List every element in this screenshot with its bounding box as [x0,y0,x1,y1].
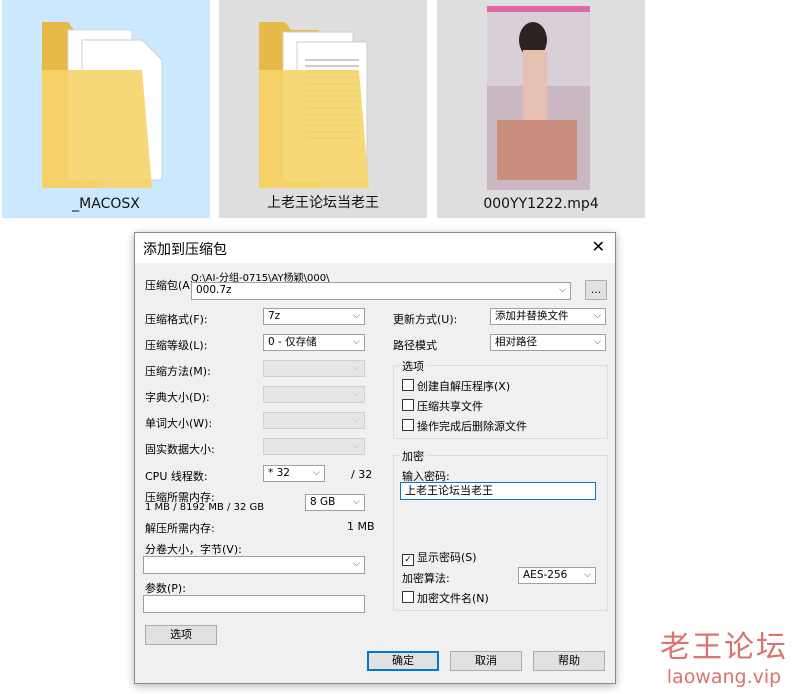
folder-icon [259,22,369,188]
volume-combobox[interactable]: ⌵ [143,556,365,574]
show-password-checkbox[interactable]: ✓ 显示密码(S) [402,549,477,566]
chevron-down-icon: ⌵ [353,441,360,451]
level-select[interactable]: 0 - 仅存储 ⌵ [263,334,365,351]
dict-size-label: 字典大小(D): [145,391,210,404]
update-mode-label: 更新方式(U): [393,313,458,326]
show-password-label: 显示密码(S) [417,551,477,564]
encryption-group-title: 加密 [400,448,426,464]
level-label: 压缩等级(L): [145,339,208,352]
method-select: ⌵ [263,360,365,377]
cpu-label: CPU 线程数: [145,470,208,483]
watermark-url: laowang.vip [666,666,782,688]
video-tile[interactable]: 000YY1222.mp4 [437,0,645,218]
path-mode-value: 相对路径 [495,336,537,348]
delete-after-checkbox[interactable]: 操作完成后删除源文件 [402,418,527,434]
mem-decompress-value: 1 MB [347,520,375,533]
params-input[interactable] [143,595,365,613]
options-group-title: 选项 [400,358,426,374]
shared-files-checkbox[interactable]: 压缩共享文件 [402,398,483,414]
cpu-total: / 32 [351,468,373,481]
encryption-method-select[interactable]: AES-256 ⌵ [518,567,596,584]
checkbox-icon [402,379,414,391]
encryption-method-label: 加密算法: [402,572,450,585]
method-label: 压缩方法(M): [145,365,211,378]
watermark-text: 老王论坛 [660,630,788,665]
chevron-down-icon: ⌵ [594,337,601,347]
level-value: 0 - 仅存储 [268,336,317,348]
chevron-down-icon: ⌵ [353,559,360,569]
chevron-down-icon: ⌵ [313,468,320,478]
options-button[interactable]: 选项 [145,625,217,645]
help-button[interactable]: 帮助 [533,651,605,671]
ok-button[interactable]: 确定 [367,651,439,671]
delete-after-label: 操作完成后删除源文件 [417,420,527,433]
archive-label: 压缩包(A) [145,279,195,292]
word-size-label: 单词大小(W): [145,417,213,430]
add-to-archive-dialog: 添加到压缩包 ✕ 压缩包(A) Q:\AI-分组-0715\AY杨颖\000\ … [134,232,616,684]
video-thumbnail-icon [487,6,590,190]
volume-label: 分卷大小，字节(V): [145,543,242,556]
mem-compress-detail: 1 MB / 8192 MB / 32 GB [145,502,265,513]
chevron-down-icon: ⌵ [353,415,360,425]
encryption-method-value: AES-256 [523,569,568,581]
encryption-group: 加密 输入密码: 上老王论坛当老王 ✓ 显示密码(S) 加密算法: AES-256… [393,448,608,611]
checkbox-icon [402,419,414,431]
mem-compress-value: 8 GB [310,496,336,508]
format-select[interactable]: 7z ⌵ [263,308,365,325]
path-mode-select[interactable]: 相对路径 ⌵ [490,334,606,351]
shared-files-label: 压缩共享文件 [417,400,483,413]
checkbox-icon: ✓ [402,554,414,566]
cancel-button[interactable]: 取消 [450,651,522,671]
chevron-down-icon: ⌵ [353,497,360,507]
file-name: 上老王论坛当老王 [267,195,379,211]
chevron-down-icon: ⌵ [353,311,360,321]
dialog-title: 添加到压缩包 [143,242,227,258]
mem-compress-select[interactable]: 8 GB ⌵ [305,494,365,511]
watermark: 老王论坛 laowang.vip [660,622,788,688]
folder-tile-laowang[interactable]: 上老王论坛当老王 [219,0,427,218]
solid-size-label: 固实数据大小: [145,443,215,456]
password-input[interactable]: 上老王论坛当老王 [400,482,596,500]
folder-icon [42,22,163,188]
chevron-down-icon: ⌵ [594,311,601,321]
cpu-threads-value: * 32 [268,467,290,479]
sfx-checkbox[interactable]: 创建自解压程序(X) [402,378,510,394]
encrypt-names-checkbox[interactable]: 加密文件名(N) [402,590,489,606]
update-mode-value: 添加并替换文件 [495,310,569,322]
dict-size-select: ⌵ [263,386,365,403]
file-name: _MACOSX [72,196,140,212]
archive-name-value: 000.7z [196,284,232,296]
solid-size-select: ⌵ [263,438,365,455]
params-label: 参数(P): [145,582,186,595]
browse-button[interactable]: ... [585,280,607,300]
chevron-down-icon: ⌵ [353,363,360,373]
checkbox-icon [402,399,414,411]
chevron-down-icon: ⌵ [353,337,360,347]
path-mode-label: 路径模式 [393,339,437,352]
chevron-down-icon: ⌵ [559,285,566,295]
file-name: 000YY1222.mp4 [483,196,599,212]
title-bar: 添加到压缩包 ✕ [135,233,615,263]
update-mode-select[interactable]: 添加并替换文件 ⌵ [490,308,606,325]
cpu-threads-select[interactable]: * 32 ⌵ [263,465,325,482]
format-label: 压缩格式(F): [145,313,208,326]
chevron-down-icon: ⌵ [353,389,360,399]
format-value: 7z [268,310,281,322]
archive-name-combobox[interactable]: 000.7z ⌵ [191,282,571,300]
mem-decompress-label: 解压所需内存: [145,522,215,535]
close-icon[interactable]: ✕ [592,237,605,256]
checkbox-icon [402,591,414,603]
options-group: 选项 创建自解压程序(X) 压缩共享文件 操作完成后删除源文件 [393,358,608,439]
folder-tile-macosx[interactable]: _MACOSX [2,0,210,218]
chevron-down-icon: ⌵ [584,570,591,580]
encrypt-names-label: 加密文件名(N) [417,592,489,605]
word-size-select: ⌵ [263,412,365,429]
sfx-label: 创建自解压程序(X) [417,380,511,393]
